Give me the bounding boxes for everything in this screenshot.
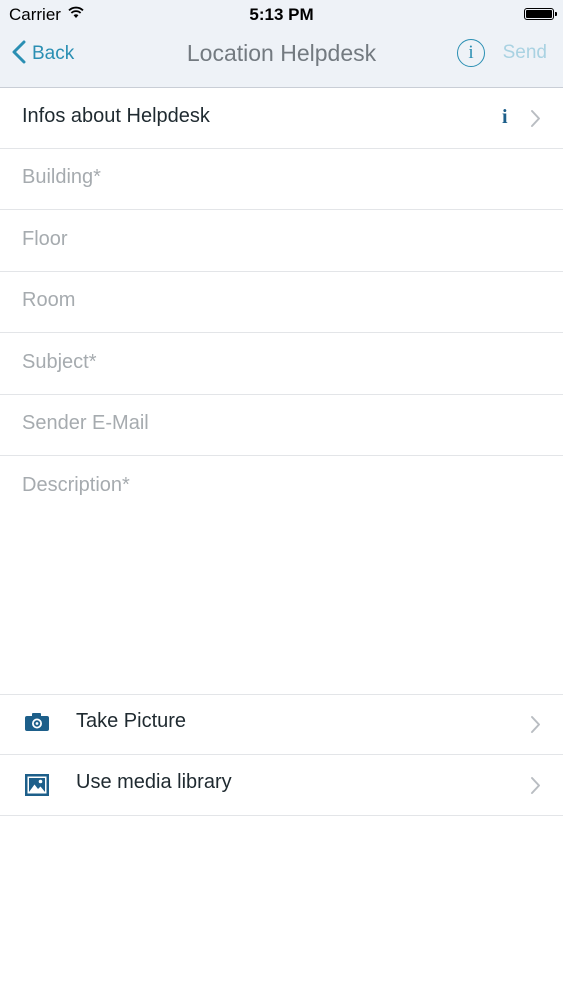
take-picture-row[interactable]: Take Picture <box>0 694 563 755</box>
floor-field[interactable]: Floor <box>0 211 563 272</box>
sender-email-field[interactable]: Sender E-Mail <box>0 395 563 456</box>
info-icon: i <box>502 106 508 128</box>
media-library-label: Use media library <box>76 771 232 793</box>
battery-icon <box>524 8 557 20</box>
clock: 5:13 PM <box>249 5 314 24</box>
take-picture-label: Take Picture <box>76 710 187 732</box>
camera-icon <box>24 712 50 737</box>
room-field[interactable]: Room <box>0 272 563 333</box>
description-placeholder: Description* <box>22 474 130 496</box>
image-icon <box>24 773 50 802</box>
navigation-bar: Back Location Helpdesk i Send <box>0 30 563 88</box>
chevron-right-icon <box>530 109 541 133</box>
sender-email-placeholder: Sender E-Mail <box>22 412 149 434</box>
building-field[interactable]: Building* <box>0 149 563 210</box>
description-field[interactable]: Description* <box>0 457 563 694</box>
media-library-row[interactable]: Use media library <box>0 755 563 816</box>
helpdesk-info-label: Infos about Helpdesk <box>22 105 210 127</box>
status-bar: Carrier 5:13 PM <box>0 0 563 30</box>
building-placeholder: Building* <box>22 166 101 188</box>
floor-placeholder: Floor <box>22 228 68 250</box>
send-button[interactable]: Send <box>503 42 547 64</box>
info-icon[interactable]: i <box>457 39 485 67</box>
subject-field[interactable]: Subject* <box>0 334 563 395</box>
chevron-right-icon <box>530 776 541 800</box>
helpdesk-info-row[interactable]: Infos about Helpdesk i <box>0 88 563 149</box>
chevron-right-icon <box>530 715 541 739</box>
subject-placeholder: Subject* <box>22 351 97 373</box>
room-placeholder: Room <box>22 289 76 311</box>
